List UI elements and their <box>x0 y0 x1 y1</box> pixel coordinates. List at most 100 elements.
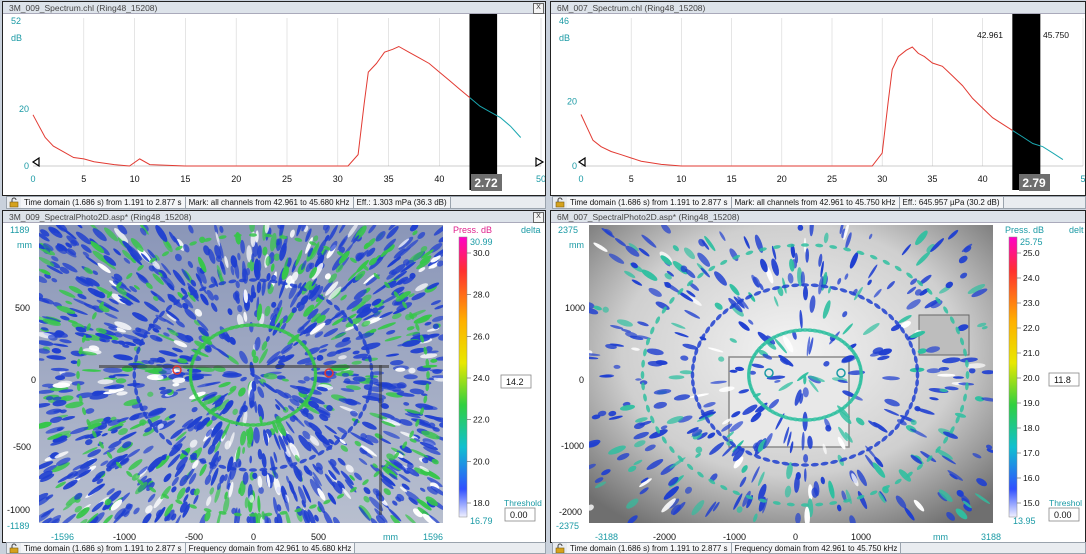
heat-ring-blob <box>801 463 809 467</box>
heat-blob <box>603 374 615 378</box>
x-tick-label: 0 <box>30 174 35 184</box>
scale-ticks: 25.0 24.0 23.0 22.0 21.0 20.0 19.0 18.0 17.0 16.0… <box>1017 248 1040 508</box>
heat-ring-blob <box>640 371 645 379</box>
x-tick: 0 <box>251 532 256 542</box>
spectrum-chart-left[interactable]: 52 dB 20 0 0 5 10 15 20 25 30 35 40 50 2.72 <box>3 14 545 195</box>
cursor-value: 11.8 <box>1054 375 1071 385</box>
lock-icon[interactable] <box>9 543 19 554</box>
x-tick-label: 5 <box>629 174 634 184</box>
scale-max: 30.99 <box>470 237 493 247</box>
left-cursor-icon[interactable] <box>31 156 40 168</box>
x-tick: -1000 <box>723 532 746 542</box>
lock-icon[interactable] <box>9 197 19 208</box>
heat-ring-blob <box>801 283 809 287</box>
x-tick-labels: 0 5 10 15 20 25 30 35 40 5 <box>578 174 1085 184</box>
delta-label: delta <box>521 225 541 235</box>
x-tick-label: 40 <box>978 174 988 184</box>
y-top-label: 52 <box>11 16 21 26</box>
heat-blob <box>803 285 808 301</box>
status-mark: Mark: all channels from 42.961 to 45.680… <box>185 197 354 208</box>
heat-ring-blob <box>801 243 809 247</box>
spectrum-series-line <box>32 45 471 167</box>
status-effective: Eff.: 645.957 µPa (30.2 dB) <box>899 197 1004 208</box>
scale-tick-label: 28.0 <box>473 290 490 300</box>
color-scale-right[interactable]: Press. dB delt 25.0 24.0 23.0 22.0 21.0 20.0 1… <box>993 223 1086 543</box>
status-mark: Mark: all channels from 42.961 to 45.750… <box>731 197 900 208</box>
x-tick-label: 35 <box>384 174 394 184</box>
heat-ring-blob <box>426 371 430 379</box>
photo-pane-left: 3M_009_SpectralPhoto2D.asp* (Ring48_1520… <box>2 210 546 543</box>
scale-title: Press. dB <box>453 225 492 235</box>
x-tick-label: 40 <box>434 174 444 184</box>
mark-band[interactable] <box>469 14 498 190</box>
heat-ring-blob <box>801 503 809 507</box>
mark-band[interactable] <box>1012 14 1041 190</box>
spectrum-title-right: 6M_007_Spectrum.chl (Ring48_15208) <box>551 2 1085 14</box>
close-button-spectrum-left[interactable]: X <box>533 3 544 14</box>
y-tick: 1000 <box>565 303 585 313</box>
grid-lines <box>581 18 1084 167</box>
scale-tick-label: 20.0 <box>473 456 490 466</box>
scale-tick-label: 30.0 <box>473 248 490 258</box>
x-tick: 1000 <box>851 532 871 542</box>
mark-right-value: 45.750 <box>1043 30 1069 40</box>
x-tick-label: 5 <box>1080 174 1085 184</box>
close-button-photo-left[interactable]: X <box>533 212 544 223</box>
heat-ring-blob <box>249 468 257 472</box>
heat-ring-blob <box>249 233 257 237</box>
y-unit-label: mm <box>17 240 32 250</box>
y-tick: 500 <box>15 303 30 313</box>
y-tick-labels: 20 0 <box>567 97 577 171</box>
x-tick-label: 5 <box>81 174 86 184</box>
lock-icon[interactable] <box>555 543 565 554</box>
y-bottom-label: -2375 <box>556 521 579 531</box>
status-frequency-domain: Frequency domain from 42.961 to 45.680 k… <box>185 543 356 553</box>
y-unit-label: dB <box>11 33 22 43</box>
y-unit-label: dB <box>559 33 570 43</box>
delta-label: delt <box>1069 225 1084 235</box>
heat-blob <box>341 372 350 377</box>
color-scale-left[interactable]: Press. dB delta 30.0 28.0 26.0 24.0 22.0 20.0… <box>445 223 545 543</box>
scale-title: Press. dB <box>1005 225 1044 235</box>
status-bar-spectrum-right: Time domain (1.686 s) from 1.191 to 2.87… <box>552 196 1086 209</box>
lock-icon[interactable] <box>555 197 565 208</box>
acoustic-photo-right[interactable] <box>589 225 993 523</box>
acoustic-photo-left[interactable] <box>39 225 443 523</box>
status-time-domain: Time domain (1.686 s) from 1.191 to 2.87… <box>21 543 186 553</box>
heat-blob <box>61 372 76 377</box>
heat-ring-blob <box>965 371 970 379</box>
x-tick-label: 10 <box>130 174 140 184</box>
right-cursor-icon[interactable] <box>535 156 545 168</box>
y-tick-label: 0 <box>572 161 577 171</box>
spectrum-chart-right[interactable]: 46 dB 20 0 0 5 10 15 20 25 30 35 40 5 42.961 45.75… <box>551 14 1086 195</box>
x-tick-label: 20 <box>231 174 241 184</box>
scale-tick-label: 23.0 <box>1023 298 1040 308</box>
heat-ring-blob <box>915 371 920 379</box>
status-frequency-domain: Frequency domain from 42.961 to 45.750 k… <box>731 543 902 553</box>
x-tick-label: 25 <box>827 174 837 184</box>
spectrum-title-left: 3M_009_Spectrum.chl (Ring48_15208) <box>3 2 545 14</box>
heat-ring-blob <box>249 278 257 282</box>
scale-tick-label: 16.0 <box>1023 473 1040 483</box>
status-time-domain: Time domain (1.686 s) from 1.191 to 2.87… <box>567 197 732 208</box>
scale-tick-label: 24.0 <box>473 373 490 383</box>
y-tick-label: 20 <box>19 104 29 114</box>
heat-ring-blob <box>132 371 137 379</box>
photo-title-right: 6M_007_SpectralPhoto2D.asp* (Ring48_1520… <box>551 211 1085 223</box>
y-top-label: 1189 <box>10 225 29 235</box>
status-time-domain: Time domain (1.686 s) from 1.191 to 2.87… <box>567 543 732 553</box>
y-unit-label: mm <box>569 240 584 250</box>
heat-ring-blob <box>249 513 257 517</box>
cursor-value: 14.2 <box>506 377 524 387</box>
y-tick-labels: 20 0 <box>19 104 29 171</box>
x-tick: -3188 <box>595 532 618 542</box>
x-tick-label: 50 <box>536 174 545 184</box>
x-tick-label: 0 <box>578 174 583 184</box>
heat-ring-blob <box>369 371 374 379</box>
y-tick: -2000 <box>559 507 582 517</box>
left-cursor-icon[interactable] <box>577 156 586 168</box>
scale-tick-label: 22.0 <box>473 415 490 425</box>
threshold-label: Threshol <box>1049 498 1082 508</box>
scale-ticks: 30.0 28.0 26.0 24.0 22.0 20.0 18.0 <box>467 248 490 508</box>
heat-blob <box>803 454 809 463</box>
